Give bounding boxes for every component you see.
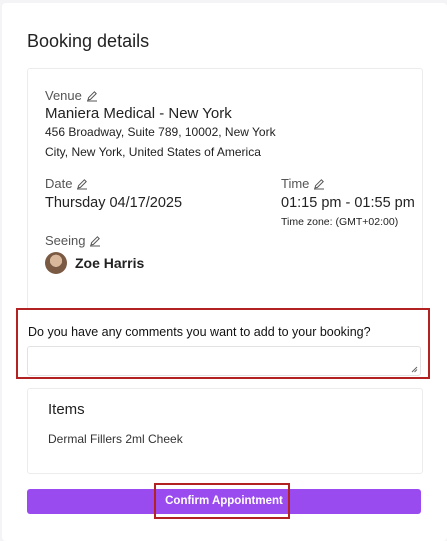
date-label: Date [45,176,73,191]
avatar [45,252,67,274]
time-label: Time [281,176,310,191]
venue-address-line2: City, New York, United States of America [45,145,261,159]
items-title: Items [48,401,85,418]
edit-date-icon[interactable] [76,178,88,190]
comments-section: Do you have any comments you want to add… [16,308,430,379]
edit-venue-icon[interactable] [86,90,98,102]
seeing-label: Seeing [45,233,86,248]
venue-label-group: Venue [45,88,98,103]
comments-label: Do you have any comments you want to add… [28,325,371,339]
confirm-highlight-box [154,483,290,519]
venue-label: Venue [45,88,82,103]
venue-name: Maniera Medical - New York [45,105,232,122]
time-label-group: Time [281,176,325,191]
list-item: Dermal Fillers 2ml Cheek [48,432,183,446]
comments-textarea[interactable] [27,346,421,376]
edit-seeing-icon[interactable] [89,235,101,247]
date-value: Thursday 04/17/2025 [45,195,183,211]
date-label-group: Date [45,176,88,191]
venue-address-line1: 456 Broadway, Suite 789, 10002, New York [45,125,276,139]
seeing-label-group: Seeing [45,233,101,248]
items-panel: Items Dermal Fillers 2ml Cheek [27,388,423,474]
edit-time-icon[interactable] [313,178,325,190]
timezone-text: Time zone: (GMT+02:00) [281,216,399,228]
page-title: Booking details [27,31,150,51]
resize-handle-icon[interactable] [411,366,418,373]
booking-details-panel: Venue Maniera Medical - New York 456 Bro… [27,68,423,313]
time-value: 01:15 pm - 01:55 pm [281,195,415,211]
practitioner-name: Zoe Harris [75,255,145,271]
